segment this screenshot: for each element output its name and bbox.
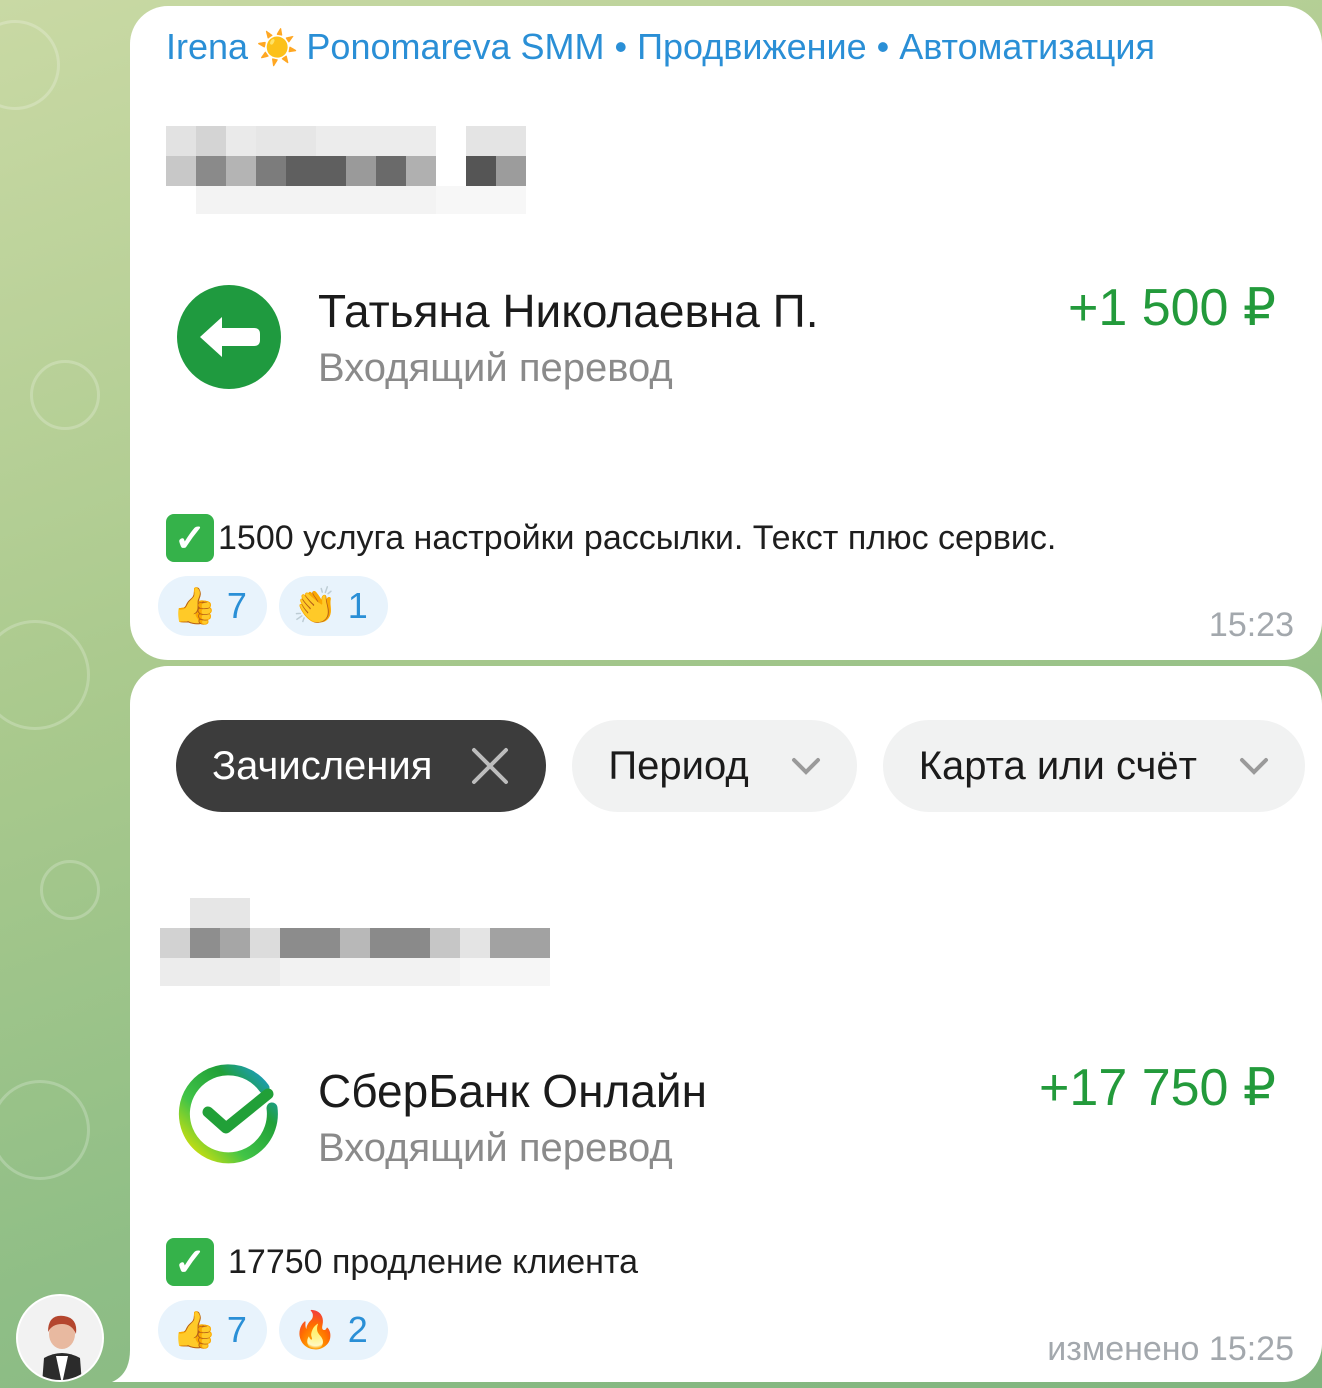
reaction-clapping[interactable]: 👏 1 — [278, 576, 388, 636]
author-first-name: Irena — [166, 26, 249, 67]
reaction-thumbs-up[interactable]: 👍 7 — [158, 1300, 267, 1360]
wallpaper-doodle — [30, 360, 100, 430]
caption-text: 17750 продление клиента — [228, 1242, 639, 1281]
reaction-count: 7 — [226, 585, 247, 626]
reaction-thumbs-up[interactable]: 👍 7 — [158, 576, 267, 636]
message-time: 15:23 — [1208, 606, 1294, 644]
wallpaper-doodle — [0, 1080, 90, 1180]
transfer-amount: +17 750 ₽ — [1039, 1059, 1276, 1117]
author-last-name: Ponomareva SMM • Продвижение • Автоматиз… — [306, 26, 1155, 67]
check-mark-emoji: ✓ — [166, 514, 214, 562]
author-avatar[interactable] — [16, 1294, 104, 1382]
censored-date-header — [160, 898, 570, 988]
sender-name: Татьяна Николаевна П. — [318, 285, 819, 337]
avatar-image — [18, 1296, 102, 1380]
reactions-bar: 👍 7 👏 1 — [158, 576, 388, 636]
sun-emoji: ☀️ — [256, 29, 299, 67]
reaction-fire[interactable]: 🔥 2 — [278, 1300, 388, 1360]
message-edited-time: изменено 15:25 — [1047, 1330, 1294, 1368]
reaction-count: 7 — [226, 1309, 247, 1350]
filter-chip-label: Карта или счёт — [918, 743, 1197, 788]
message-caption: ✓ 17750 продление клиента — [166, 1238, 638, 1286]
transfer-type: Входящий перевод — [318, 1126, 673, 1170]
author-name[interactable]: Irena ☀️ Ponomareva SMM • Продвижение • Ав… — [166, 26, 1155, 68]
filter-chips: Зачисления Период Карта или счёт — [176, 720, 1305, 812]
censored-date-header — [166, 126, 556, 216]
thumbs-up-emoji: 👍 — [172, 1310, 217, 1351]
thumbs-up-emoji: 👍 — [172, 586, 217, 627]
arrow-left-icon — [177, 285, 281, 389]
sender-name: СберБанк Онлайн — [318, 1065, 708, 1117]
transfer-amount: +1 500 ₽ — [1067, 279, 1276, 337]
wallpaper-doodle — [40, 860, 100, 920]
wallpaper-doodle — [0, 20, 60, 110]
chevron-down-icon — [791, 758, 820, 775]
fire-emoji: 🔥 — [292, 1310, 338, 1351]
caption-text: 1500 услуга настройки рассылки. Текст пл… — [218, 518, 1057, 557]
transaction-row[interactable]: Татьяна Николаевна П. Входящий перевод +… — [176, 279, 1276, 394]
filter-chip-label: Зачисления — [212, 743, 433, 788]
transfer-type: Входящий перевод — [318, 346, 673, 390]
sberbank-logo — [178, 1064, 278, 1164]
message-bubble[interactable]: Irena ☀️ Ponomareva SMM • Продвижение • Ав… — [130, 6, 1322, 660]
filter-chip-credits[interactable]: Зачисления — [176, 720, 547, 812]
reactions-bar: 👍 7 🔥 2 — [158, 1300, 388, 1360]
chevron-down-icon — [1239, 758, 1268, 775]
check-mark-emoji: ✓ — [166, 1238, 214, 1286]
wallpaper-doodle — [0, 620, 90, 730]
filter-chip-account[interactable]: Карта или счёт — [882, 720, 1305, 812]
clapping-hands-emoji: 👏 — [292, 586, 338, 627]
transaction-row[interactable]: СберБанк Онлайн Входящий перевод +17 750… — [176, 1059, 1276, 1174]
close-icon[interactable] — [470, 746, 510, 786]
bubble-tail — [112, 1350, 142, 1382]
reaction-count: 2 — [347, 1309, 368, 1350]
message-bubble[interactable]: Зачисления Период Карта или счёт СберБан… — [130, 666, 1322, 1382]
filter-chip-label: Период — [608, 743, 749, 788]
message-caption: ✓ 1500 услуга настройки рассылки. Текст п… — [166, 514, 1056, 562]
filter-chip-period[interactable]: Период — [572, 720, 857, 812]
reaction-count: 1 — [347, 585, 368, 626]
